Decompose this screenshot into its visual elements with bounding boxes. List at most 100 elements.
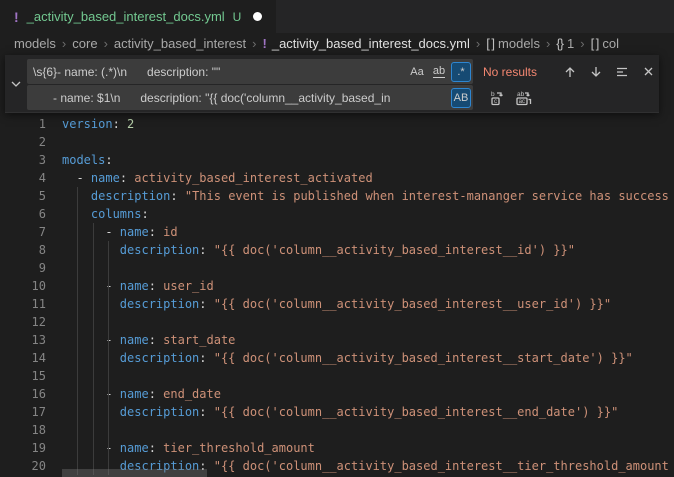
breadcrumb-item-core[interactable]: core	[72, 36, 97, 51]
find-input[interactable]	[27, 59, 407, 84]
line-text: version: 2	[62, 115, 134, 133]
editor-pane[interactable]: 1version: 223models:4 - name: activity_b…	[0, 54, 674, 477]
match-case-icon: Aa	[410, 66, 423, 78]
find-input-wrap: Aa ab .*	[27, 59, 473, 84]
code-line[interactable]: 15	[0, 367, 674, 385]
arrow-down-icon	[589, 65, 603, 79]
breadcrumb-item-1[interactable]: {}1	[556, 36, 574, 51]
code-line[interactable]: 4 - name: activity_based_interest_activa…	[0, 169, 674, 187]
code-line[interactable]: 6 columns:	[0, 205, 674, 223]
breadcrumb-label: core	[72, 36, 97, 51]
line-number: 17	[0, 403, 46, 421]
line-text: models:	[62, 151, 113, 169]
replace-all-icon: ab ac	[515, 90, 533, 106]
breadcrumb-item-activity_based_interest[interactable]: activity_based_interest	[114, 36, 246, 51]
line-number: 14	[0, 349, 46, 367]
code-line[interactable]: 3 models:	[0, 151, 674, 169]
line-number: 12	[0, 313, 46, 331]
line-number: 20	[0, 457, 46, 475]
code-line[interactable]: 11 description: "{{ doc('column__activit…	[0, 295, 674, 313]
line-number: 8	[0, 241, 46, 259]
regex-button[interactable]: .*	[451, 62, 471, 82]
code-line[interactable]: 9	[0, 259, 674, 277]
breadcrumb-label: col	[602, 36, 619, 51]
replace-input[interactable]	[27, 85, 451, 110]
code-line[interactable]: 19 - name: tier_threshold_amount	[0, 439, 674, 457]
find-in-selection-button[interactable]	[611, 61, 633, 83]
line-text: description: "This event is published wh…	[62, 187, 669, 205]
match-case-button[interactable]: Aa	[407, 62, 427, 82]
yaml-file-icon: !	[14, 9, 19, 25]
code-line[interactable]: 17 description: "{{ doc('column__activit…	[0, 403, 674, 421]
modified-dot-icon[interactable]	[253, 12, 262, 21]
code-line[interactable]: 1 version: 2	[0, 115, 674, 133]
previous-match-button[interactable]	[559, 61, 581, 83]
line-text: - name: start_date	[62, 331, 235, 349]
breadcrumb-item-col[interactable]: [ ]col	[591, 36, 619, 51]
breadcrumb: models › core › activity_based_interest ›! _ac…	[0, 33, 674, 54]
line-number: 16	[0, 385, 46, 403]
code-line[interactable]: 18	[0, 421, 674, 439]
horizontal-scrollbar[interactable]	[62, 469, 207, 477]
preserve-case-icon: AB	[454, 92, 469, 104]
replace-icon: b c	[490, 90, 506, 106]
line-number: 2	[0, 133, 46, 151]
yaml-file-icon: !	[263, 36, 267, 51]
breadcrumb-separator-icon: ›	[476, 36, 480, 51]
breadcrumb-separator-icon: ›	[104, 36, 108, 51]
tab-bar: ! _activity_based_interest_docs.yml U	[0, 0, 674, 33]
whole-word-button[interactable]: ab	[429, 62, 449, 82]
close-icon	[642, 65, 655, 78]
breadcrumb-separator-icon: ›	[252, 36, 256, 51]
toggle-replace-button[interactable]	[5, 55, 27, 112]
svg-text:ab: ab	[517, 91, 525, 98]
code-line[interactable]: 13 - name: start_date	[0, 331, 674, 349]
line-text: - name: activity_based_interest_activate…	[62, 169, 373, 187]
preserve-case-button[interactable]: AB	[451, 88, 471, 108]
svg-text:ac: ac	[519, 99, 525, 105]
tab-title: _activity_based_interest_docs.yml	[27, 9, 225, 24]
breadcrumb-label: models	[498, 36, 540, 51]
breadcrumb-item-models[interactable]: [ ] models	[486, 36, 540, 51]
breadcrumb-separator-icon: ›	[580, 36, 584, 51]
line-number: 4	[0, 169, 46, 187]
whole-word-icon: ab	[433, 65, 445, 78]
code-line[interactable]: 2	[0, 133, 674, 151]
code-line[interactable]: 14 description: "{{ doc('column__activit…	[0, 349, 674, 367]
next-match-button[interactable]	[585, 61, 607, 83]
line-text: description: "{{ doc('column__activity_b…	[62, 295, 611, 313]
object-symbol-icon: {}	[556, 36, 563, 51]
line-text: - name: end_date	[62, 385, 221, 403]
find-row: Aa ab .* No results	[27, 59, 659, 84]
breadcrumb-label: _activity_based_interest_docs.yml	[272, 36, 470, 51]
breadcrumb-item-models[interactable]: models	[14, 36, 56, 51]
code-line[interactable]: 12	[0, 313, 674, 331]
code-line[interactable]: 7 - name: id	[0, 223, 674, 241]
find-replace-widget: Aa ab .* No results	[5, 55, 659, 113]
breadcrumb-separator-icon: ›	[546, 36, 550, 51]
code-line[interactable]: 5 description: "This event is published …	[0, 187, 674, 205]
indent-guide	[77, 187, 78, 475]
breadcrumb-label: activity_based_interest	[114, 36, 246, 51]
code-line[interactable]: 8 description: "{{ doc('column__activity…	[0, 241, 674, 259]
line-text: description: "{{ doc('column__activity_b…	[62, 349, 633, 367]
line-number: 9	[0, 259, 46, 277]
line-text: description: "{{ doc('column__activity_b…	[62, 241, 575, 259]
line-number: 3	[0, 151, 46, 169]
array-symbol-icon: [ ]	[486, 36, 494, 51]
code-line[interactable]: 16 - name: end_date	[0, 385, 674, 403]
code-line[interactable]: 10 - name: user_id	[0, 277, 674, 295]
line-number: 1	[0, 115, 46, 133]
array-symbol-icon: [ ]	[591, 36, 599, 51]
code-area[interactable]: 1version: 223models:4 - name: activity_b…	[0, 115, 674, 475]
replace-input-wrap: AB	[27, 85, 473, 110]
replace-row: AB b c	[27, 85, 659, 110]
line-number: 18	[0, 421, 46, 439]
line-number: 5	[0, 187, 46, 205]
breadcrumb-item-_activity_based_interest_docs.yml[interactable]: ! _activity_based_interest_docs.yml	[263, 36, 470, 51]
close-find-button[interactable]	[637, 61, 659, 83]
replace-all-button[interactable]: ab ac	[513, 87, 535, 109]
tab-activity-based-interest-docs[interactable]: ! _activity_based_interest_docs.yml U	[0, 0, 276, 33]
replace-button[interactable]: b c	[487, 87, 509, 109]
line-number: 13	[0, 331, 46, 349]
